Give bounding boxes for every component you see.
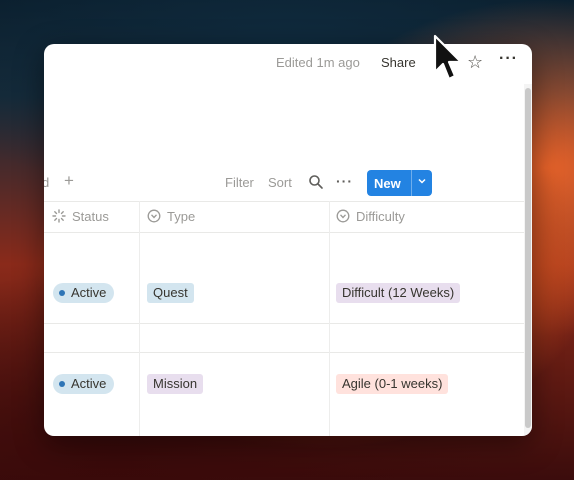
select-icon [147, 209, 161, 223]
type-tag[interactable]: Quest [147, 283, 194, 303]
status-dot [59, 381, 65, 387]
new-button-label: New [374, 176, 401, 191]
database-toolbar: d + Filter Sort ··· New [44, 170, 532, 196]
difficulty-tag[interactable]: Difficult (12 Weeks) [336, 283, 461, 303]
select-icon [336, 209, 350, 223]
star-icon[interactable]: ☆ [467, 52, 483, 73]
share-button[interactable]: Share [381, 55, 416, 70]
status-icon [52, 209, 66, 223]
sort-button[interactable]: Sort [268, 175, 292, 190]
status-badge[interactable]: Active [53, 283, 115, 303]
column-divider [329, 201, 330, 436]
notion-window: Edited 1m ago Share ☆ ··· d + Filter Sor… [44, 44, 532, 436]
column-header-label: Difficulty [356, 209, 405, 224]
column-header-label: Status [72, 209, 109, 224]
new-button-divider [411, 170, 412, 196]
status-label: Active [71, 376, 107, 391]
type-tag[interactable]: Mission [147, 374, 204, 394]
database-table: Status Type Difficulty Active Quest Diff… [44, 201, 524, 436]
column-header-label: Type [167, 209, 196, 224]
difficulty-tag[interactable]: Agile (0-1 weeks) [336, 374, 449, 394]
filter-button[interactable]: Filter [225, 175, 254, 190]
row-divider [44, 323, 524, 324]
status-badge[interactable]: Active [53, 374, 115, 394]
row-divider [44, 352, 524, 353]
add-view-button[interactable]: + [64, 171, 74, 191]
column-header-type[interactable]: Type [140, 201, 329, 232]
column-header-difficulty[interactable]: Difficulty [330, 201, 520, 232]
column-divider [139, 201, 140, 436]
status-label: Active [71, 285, 107, 300]
last-edited-label: Edited 1m ago [276, 55, 360, 70]
chevron-down-icon[interactable] [417, 176, 427, 189]
more-horizontal-icon[interactable]: ··· [499, 50, 518, 68]
new-button[interactable]: New [367, 170, 432, 196]
view-tab-fragment[interactable]: d [44, 175, 49, 190]
status-dot [59, 290, 65, 296]
search-icon[interactable] [308, 174, 324, 190]
mouse-cursor-icon [433, 34, 463, 81]
header-divider [44, 232, 524, 233]
scrollbar-thumb[interactable] [525, 88, 531, 428]
more-horizontal-icon[interactable]: ··· [336, 173, 353, 189]
column-header-status[interactable]: Status [44, 201, 139, 232]
